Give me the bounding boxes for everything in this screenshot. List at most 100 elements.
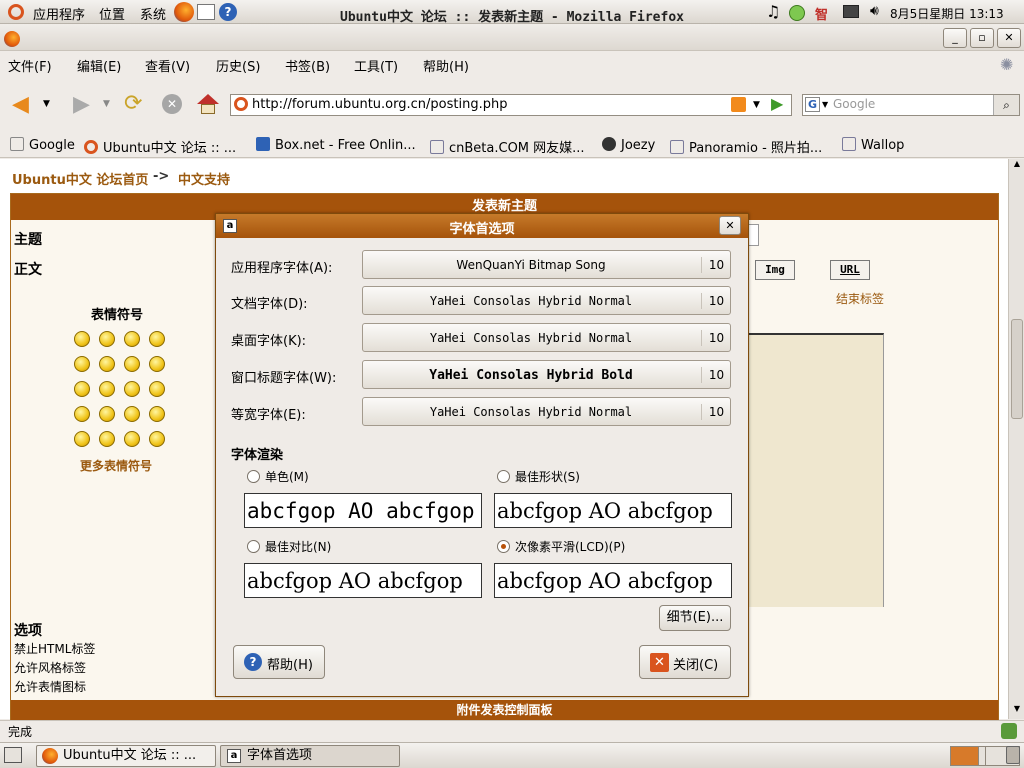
site-favicon-icon <box>234 97 248 111</box>
radio-best-contrast-label[interactable]: 最佳对比(N) <box>265 538 331 555</box>
window-title-font-button[interactable]: YaHei Consolas Hybrid Bold 10 <box>362 360 731 389</box>
menu-bookmarks[interactable]: 书签(B) <box>285 56 330 75</box>
preview-monochrome[interactable]: abcfgop AO abcfgop <box>244 493 482 528</box>
url-history-dropdown-icon[interactable]: ▼ <box>753 100 760 110</box>
smiley-icon[interactable] <box>149 356 165 372</box>
img-tag-button[interactable]: Img <box>755 260 795 280</box>
document-font-button[interactable]: YaHei Consolas Hybrid Normal 10 <box>362 286 731 315</box>
show-desktop-icon[interactable] <box>4 747 22 763</box>
monospace-font-label: 等宽字体(E): <box>231 408 306 423</box>
go-icon[interactable]: ▶ <box>771 94 783 113</box>
dialog-close-button[interactable]: ✕ <box>719 216 741 235</box>
radio-monochrome[interactable] <box>247 470 260 483</box>
reload-icon[interactable]: ⟳ <box>124 91 142 116</box>
close-button[interactable]: ✕ 关闭(C) <box>639 645 731 679</box>
task-firefox[interactable]: Ubuntu中文 论坛 :: ... <box>36 745 216 767</box>
smiley-icon[interactable] <box>149 331 165 347</box>
activity-throbber-icon: ✺ <box>1000 55 1014 74</box>
smiley-icon[interactable] <box>99 331 115 347</box>
menu-edit[interactable]: 编辑(E) <box>77 56 121 75</box>
application-font-button[interactable]: WenQuanYi Bitmap Song 10 <box>362 250 731 279</box>
menu-help[interactable]: 帮助(H) <box>423 56 469 75</box>
back-icon[interactable]: ◀ <box>12 92 29 117</box>
smiley-icon[interactable] <box>124 406 140 422</box>
breadcrumb-separator: -> <box>153 169 170 184</box>
message-textarea[interactable] <box>740 333 884 607</box>
status-addon-icon[interactable] <box>1001 723 1017 739</box>
smiley-icon[interactable] <box>74 431 90 447</box>
menu-history[interactable]: 历史(S) <box>216 56 260 75</box>
home-icon[interactable] <box>197 94 219 114</box>
menu-view[interactable]: 查看(V) <box>145 56 190 75</box>
preview-subpixel-lcd[interactable]: abcfgop AO abcfgop <box>494 563 732 598</box>
smiley-icon[interactable] <box>124 431 140 447</box>
breadcrumb-forum-home[interactable]: Ubuntu中文 论坛首页 <box>12 169 148 188</box>
search-engine-dropdown-icon[interactable]: ▼ <box>822 100 828 109</box>
search-input[interactable]: Google <box>833 97 875 111</box>
page-scrollbar[interactable]: ▲ ▼ <box>1008 159 1024 719</box>
preview-best-contrast[interactable]: abcfgop AO abcfgop <box>244 563 482 598</box>
radio-best-shapes[interactable] <box>497 470 510 483</box>
bookmark-ubuntu-forum[interactable]: Ubuntu中文 论坛 :: ... <box>84 137 236 156</box>
radio-best-contrast[interactable] <box>247 540 260 553</box>
option-allow-bbcode: 允许风格标签 <box>14 661 87 675</box>
dialog-title: 字体首选项 <box>449 222 515 237</box>
maximize-button[interactable]: ▫ <box>970 28 994 48</box>
bookmark-boxnet[interactable]: Box.net - Free Onlin... <box>256 137 416 153</box>
more-emoticons-link[interactable]: 更多表情符号 <box>80 457 152 474</box>
rss-feed-icon[interactable] <box>731 97 746 112</box>
help-button[interactable]: ? 帮助(H) <box>233 645 325 679</box>
menu-tools[interactable]: 工具(T) <box>354 56 398 75</box>
smiley-icon[interactable] <box>124 356 140 372</box>
bookmark-joezy[interactable]: Joezy <box>602 137 655 153</box>
smiley-icon[interactable] <box>124 381 140 397</box>
bookmark-panoramio[interactable]: Panoramio - 照片拍... <box>670 137 822 156</box>
bookmark-google[interactable]: Google <box>10 137 75 153</box>
url-text[interactable]: http://forum.ubuntu.org.cn/posting.php <box>252 97 507 112</box>
breadcrumb-chinese-support[interactable]: 中文支持 <box>178 169 230 188</box>
radio-subpixel-lcd-label[interactable]: 次像素平滑(LCD)(P) <box>515 538 625 555</box>
smiley-icon[interactable] <box>74 331 90 347</box>
task-font-preferences[interactable]: a 字体首选项 <box>220 745 400 767</box>
search-go-button[interactable]: ⌕ <box>993 95 1019 115</box>
forward-icon[interactable]: ▶ <box>73 92 90 117</box>
scroll-down-icon[interactable]: ▼ <box>1010 704 1024 718</box>
rendering-section-label: 字体渲染 <box>231 448 284 463</box>
scroll-up-icon[interactable]: ▲ <box>1010 159 1024 173</box>
close-button-label: 关闭(C) <box>673 658 719 673</box>
menu-file[interactable]: 文件(F) <box>8 56 52 75</box>
workspace-1[interactable] <box>951 747 979 765</box>
back-history-dropdown-icon[interactable]: ▼ <box>43 99 50 109</box>
desktop-font-button[interactable]: YaHei Consolas Hybrid Normal 10 <box>362 323 731 352</box>
smiley-icon[interactable] <box>149 406 165 422</box>
smiley-icon[interactable] <box>74 356 90 372</box>
smiley-icon[interactable] <box>99 431 115 447</box>
preview-best-shapes[interactable]: abcfgop AO abcfgop <box>494 493 732 528</box>
details-button[interactable]: 细节(E)... <box>659 605 731 631</box>
smiley-icon[interactable] <box>149 381 165 397</box>
trash-icon[interactable] <box>1006 746 1020 764</box>
radio-monochrome-label[interactable]: 单色(M) <box>265 468 309 485</box>
font-task-icon: a <box>227 749 241 763</box>
minimize-button[interactable]: _ <box>943 28 967 48</box>
smiley-icon[interactable] <box>99 356 115 372</box>
smiley-icon[interactable] <box>99 381 115 397</box>
forward-history-dropdown-icon[interactable]: ▼ <box>103 99 110 109</box>
smiley-icon[interactable] <box>74 406 90 422</box>
stop-icon[interactable]: ✕ <box>162 94 182 114</box>
radio-best-shapes-label[interactable]: 最佳形状(S) <box>515 468 580 485</box>
scrollbar-thumb[interactable] <box>1011 319 1023 419</box>
smiley-icon[interactable] <box>124 331 140 347</box>
search-engine-icon[interactable]: G <box>805 97 820 112</box>
bookmark-cnbeta[interactable]: cnBeta.COM 网友媒... <box>430 137 585 156</box>
smiley-icon[interactable] <box>99 406 115 422</box>
close-tags-link[interactable]: 结束标签 <box>836 290 884 307</box>
radio-subpixel-lcd[interactable] <box>497 540 510 553</box>
bookmark-wallop[interactable]: Wallop <box>842 137 904 153</box>
close-window-button[interactable]: ✕ <box>997 28 1021 48</box>
smiley-icon[interactable] <box>74 381 90 397</box>
font-name: YaHei Consolas Hybrid Bold <box>429 368 633 383</box>
url-tag-button[interactable]: URL <box>830 260 870 280</box>
monospace-font-button[interactable]: YaHei Consolas Hybrid Normal 10 <box>362 397 731 426</box>
smiley-icon[interactable] <box>149 431 165 447</box>
